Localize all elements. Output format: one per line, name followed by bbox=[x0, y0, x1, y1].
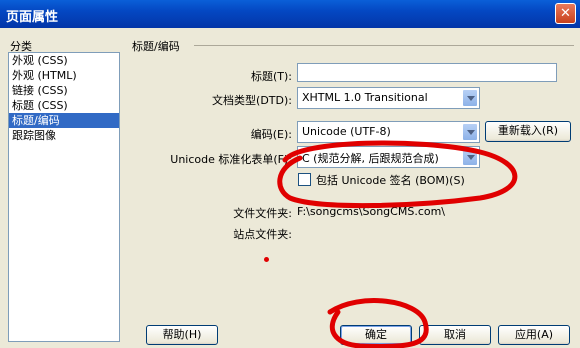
bom-label[interactable]: 包括 Unicode 签名 (BOM)(S) bbox=[316, 172, 465, 188]
category-item[interactable]: 外观 (CSS) bbox=[9, 53, 119, 68]
annotation-dot bbox=[264, 257, 269, 262]
doc-folder-value: F:\songcms\SongCMS.com\ bbox=[297, 205, 446, 218]
category-item[interactable]: 链接 (CSS) bbox=[9, 83, 119, 98]
doc-folder-label: 文件文件夹: bbox=[233, 207, 292, 220]
category-item[interactable]: 标题 (CSS) bbox=[9, 98, 119, 113]
site-folder-label: 站点文件夹: bbox=[233, 228, 292, 241]
window-title: 页面属性 bbox=[6, 10, 59, 25]
category-list[interactable]: 外观 (CSS) 外观 (HTML) 链接 (CSS) 标题 (CSS) 标题/编码 跟踪… bbox=[8, 52, 120, 342]
encoding-select[interactable]: Unicode (UTF-8) bbox=[297, 121, 480, 143]
category-item[interactable]: 外观 (HTML) bbox=[9, 68, 119, 83]
category-item[interactable]: 标题/编码 bbox=[9, 113, 119, 128]
close-icon[interactable]: ✕ bbox=[555, 3, 576, 24]
bom-checkbox[interactable] bbox=[298, 173, 311, 186]
title-input[interactable] bbox=[297, 63, 557, 82]
doctype-label: 文档类型(DTD): bbox=[212, 94, 292, 107]
page-properties-dialog: 页面属性 ✕ 分类 外观 (CSS) 外观 (HTML) 链接 (CSS) 标题 (C… bbox=[0, 0, 580, 348]
section-divider bbox=[194, 45, 574, 46]
doctype-value: XHTML 1.0 Transitional bbox=[302, 91, 428, 104]
chevron-down-icon[interactable] bbox=[462, 148, 478, 166]
encoding-label: 编码(E): bbox=[250, 128, 292, 141]
normalization-value: C (规范分解, 后跟规范合成) bbox=[302, 152, 439, 165]
category-item[interactable]: 跟踪图像 bbox=[9, 128, 119, 143]
ok-button[interactable]: 确定 bbox=[340, 325, 412, 345]
normalization-label: Unicode 标准化表单(F): bbox=[170, 153, 292, 166]
reload-button[interactable]: 重新载入(R) bbox=[485, 121, 571, 142]
title-bar: 页面属性 ✕ bbox=[0, 0, 580, 28]
normalization-select[interactable]: C (规范分解, 后跟规范合成) bbox=[297, 146, 480, 168]
help-button[interactable]: 帮助(H) bbox=[146, 325, 218, 345]
encoding-value: Unicode (UTF-8) bbox=[302, 125, 391, 138]
apply-button[interactable]: 应用(A) bbox=[498, 325, 570, 345]
section-title: 标题/编码 bbox=[132, 40, 180, 53]
title-label: 标题(T): bbox=[250, 70, 292, 83]
chevron-down-icon[interactable] bbox=[462, 123, 478, 141]
chevron-down-icon[interactable] bbox=[462, 89, 478, 107]
doctype-select[interactable]: XHTML 1.0 Transitional bbox=[297, 87, 480, 109]
cancel-button[interactable]: 取消 bbox=[419, 325, 491, 345]
